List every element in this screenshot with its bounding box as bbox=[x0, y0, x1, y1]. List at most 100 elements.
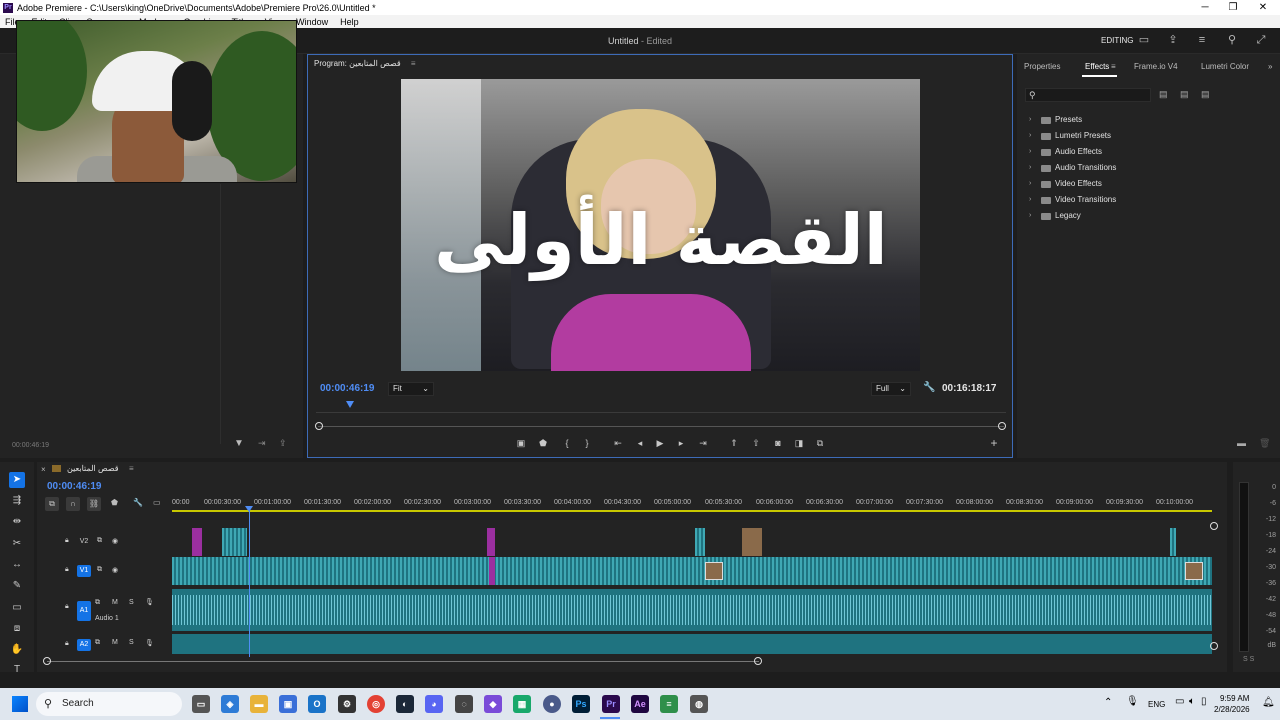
settings-gear-icon[interactable]: ⚙ bbox=[338, 695, 356, 713]
captions-icon[interactable]: ▭ bbox=[153, 498, 161, 507]
store-icon[interactable]: ▣ bbox=[279, 695, 297, 713]
selection-tool-icon[interactable]: ➤ bbox=[9, 472, 25, 488]
microphone-icon[interactable]: 🎙︎ bbox=[1126, 696, 1139, 707]
chevron-up-icon[interactable]: ⌃ bbox=[1104, 697, 1112, 708]
file-explorer-icon[interactable]: ▬ bbox=[250, 695, 268, 713]
transform-tool-icon[interactable]: ⧈ bbox=[9, 621, 25, 637]
microphone-icon[interactable]: 🎙︎ bbox=[145, 639, 154, 647]
settings-wrench-icon[interactable]: 🔧 bbox=[133, 498, 143, 507]
zoom-bar[interactable] bbox=[318, 426, 1004, 427]
timeline-timecode[interactable]: 00:00:46:19 bbox=[47, 481, 101, 492]
tree-item-audio-transitions[interactable]: › Audio Transitions bbox=[1027, 160, 1116, 176]
v1-clip-marker[interactable] bbox=[489, 557, 495, 585]
menu-icon[interactable]: ≡ bbox=[1196, 34, 1208, 46]
lock-icon[interactable]: 🔒︎ bbox=[65, 603, 69, 611]
comparison-view-icon[interactable]: ◨ bbox=[792, 436, 806, 450]
tab-menu-icon[interactable]: ≡ bbox=[1111, 62, 1116, 71]
hand-tool-icon[interactable]: ✋ bbox=[9, 642, 25, 658]
rectangle-tool-icon[interactable]: ▭ bbox=[9, 600, 25, 616]
v2-clip[interactable] bbox=[1170, 528, 1176, 556]
extract-icon[interactable]: ⇧ bbox=[749, 436, 763, 450]
lift-icon[interactable]: ⇑ bbox=[727, 436, 741, 450]
scroll-handle-left[interactable] bbox=[43, 657, 51, 665]
solo-button[interactable]: S bbox=[129, 599, 134, 606]
32bit-effects-icon[interactable]: ▤ bbox=[1180, 89, 1189, 100]
program-current-timecode[interactable]: 00:00:46:19 bbox=[320, 383, 374, 394]
lock-icon[interactable]: 🔒︎ bbox=[65, 640, 69, 648]
type-tool-icon[interactable]: T bbox=[9, 662, 25, 678]
yuv-effects-icon[interactable]: ▤ bbox=[1201, 89, 1210, 100]
after-effects-icon[interactable]: Ae bbox=[631, 695, 649, 713]
tree-item-video-transitions[interactable]: › Video Transitions bbox=[1027, 192, 1116, 208]
playhead-marker[interactable] bbox=[346, 401, 354, 408]
workspace-label[interactable]: EDITING bbox=[1101, 36, 1133, 45]
nest-toggle-icon[interactable]: ⧉ bbox=[45, 497, 59, 511]
sync-lock-icon[interactable]: ⧉ bbox=[97, 537, 102, 545]
panel-menu-icon[interactable]: ≡ bbox=[411, 59, 416, 68]
share-icon[interactable]: ⇪ bbox=[1167, 34, 1179, 46]
camera-icon[interactable]: ◙ bbox=[771, 436, 785, 450]
app-icon[interactable]: ◌ bbox=[455, 695, 473, 713]
tree-item-lumetri-presets[interactable]: › Lumetri Presets bbox=[1027, 128, 1116, 144]
steam-icon[interactable]: ◐ bbox=[396, 695, 414, 713]
clock-time[interactable]: 9:59 AM bbox=[1220, 694, 1249, 703]
a2-clip[interactable] bbox=[172, 634, 1212, 654]
tree-item-audio-effects[interactable]: › Audio Effects bbox=[1027, 144, 1116, 160]
timeline-ruler[interactable]: 00:00 00:00:30:00 00:01:00:00 00:01:30:0… bbox=[172, 496, 1212, 514]
scroll-handle-right[interactable] bbox=[754, 657, 762, 665]
sequence-tab[interactable]: قصص المتابعين bbox=[67, 464, 119, 473]
battery-icon[interactable]: ▯ bbox=[1201, 696, 1207, 707]
discord-icon[interactable]: ◕ bbox=[425, 695, 443, 713]
step-back-icon[interactable]: ◂ bbox=[633, 436, 647, 450]
program-tab[interactable]: Program: قصص المتابعين ≡ bbox=[314, 59, 416, 68]
trash-icon[interactable]: 🗑 bbox=[1259, 438, 1270, 449]
track-target-a1[interactable]: A1 bbox=[77, 601, 91, 621]
sync-lock-icon[interactable]: ⧉ bbox=[95, 639, 100, 647]
tab-frameio[interactable]: Frame.io V4 bbox=[1134, 62, 1178, 71]
game-controller-icon[interactable]: ◆ bbox=[484, 695, 502, 713]
mute-button[interactable]: M bbox=[112, 639, 118, 646]
app-icon[interactable]: ● bbox=[543, 695, 561, 713]
tree-item-video-effects[interactable]: › Video Effects bbox=[1027, 176, 1116, 192]
track-target-a2[interactable]: A2 bbox=[77, 639, 91, 651]
go-to-out-icon[interactable]: ⇥ bbox=[696, 436, 710, 450]
track-target-v1[interactable]: V1 bbox=[77, 565, 91, 577]
close-sequence-icon[interactable]: × bbox=[41, 465, 46, 474]
chrome-icon[interactable]: ◎ bbox=[367, 695, 385, 713]
tree-item-presets[interactable]: › Presets bbox=[1027, 112, 1116, 128]
premiere-icon[interactable]: Pr bbox=[602, 695, 620, 713]
restore-icon[interactable]: ❐ bbox=[1218, 0, 1248, 15]
solo-button[interactable]: S bbox=[129, 639, 134, 646]
sync-lock-icon[interactable]: ⧉ bbox=[97, 566, 102, 574]
tab-lumetri-color[interactable]: Lumetri Color bbox=[1201, 62, 1249, 71]
taskbar-search[interactable]: ⚲ Search bbox=[36, 692, 182, 716]
meter-solo-buttons[interactable]: S S bbox=[1243, 656, 1254, 663]
lock-icon[interactable]: 🔒︎ bbox=[65, 566, 69, 574]
close-icon[interactable]: ✕ bbox=[1248, 0, 1278, 15]
go-to-in-icon[interactable]: ⇤ bbox=[611, 436, 625, 450]
play-icon[interactable]: ▶ bbox=[653, 436, 667, 450]
mark-out-icon[interactable]: } bbox=[580, 436, 594, 450]
razor-tool-icon[interactable]: ✂ bbox=[9, 536, 25, 552]
mute-button[interactable]: M bbox=[112, 599, 118, 606]
wrench-icon[interactable]: 🔧 bbox=[923, 382, 935, 393]
timeline-scrollbar[interactable] bbox=[47, 661, 759, 662]
track-select-tool-icon[interactable]: ⇶ bbox=[9, 493, 25, 509]
step-forward-icon[interactable]: ▸ bbox=[674, 436, 688, 450]
photoshop-icon[interactable]: Ps bbox=[572, 695, 590, 713]
slip-tool-icon[interactable]: ↔ bbox=[9, 557, 25, 573]
effects-search-input[interactable]: ⚲ bbox=[1025, 88, 1151, 102]
a1-clip[interactable] bbox=[172, 589, 1212, 631]
task-view-icon[interactable]: ▭ bbox=[192, 695, 210, 713]
clock-date[interactable]: 2/28/2026 bbox=[1214, 705, 1250, 714]
export-icon[interactable]: ⇪ bbox=[279, 438, 287, 449]
minimize-icon[interactable]: ─ bbox=[1190, 0, 1220, 15]
network-icon[interactable]: ▭ bbox=[1175, 696, 1184, 707]
vscroll-handle[interactable] bbox=[1210, 642, 1218, 650]
workspace-panel-icon[interactable]: ▭ bbox=[1138, 34, 1150, 46]
volume-icon[interactable]: 🔈︎ bbox=[1189, 696, 1195, 707]
windows-start-icon[interactable] bbox=[12, 696, 28, 712]
zoom-handle-right[interactable] bbox=[998, 422, 1006, 430]
new-bin-icon[interactable]: ▬ bbox=[1237, 438, 1246, 448]
eye-icon[interactable]: ◉ bbox=[112, 566, 118, 574]
